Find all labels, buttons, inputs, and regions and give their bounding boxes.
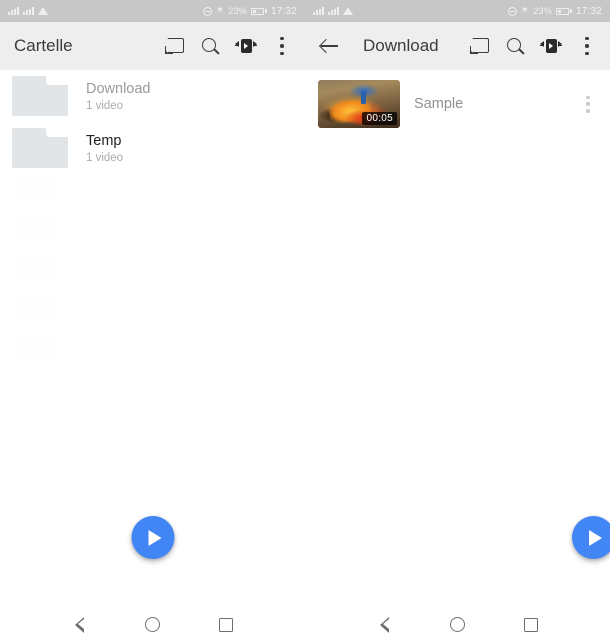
nav-home-button[interactable] — [440, 608, 474, 642]
recents-nav-icon — [219, 617, 234, 632]
app-title: Cartelle — [14, 36, 73, 55]
cast-button[interactable] — [157, 26, 191, 66]
signal-bars-icon — [8, 7, 19, 15]
video-title: Sample — [414, 96, 464, 112]
list-item[interactable]: Temp 1 video — [0, 122, 305, 174]
list-item[interactable]: 00:05 Sample — [305, 70, 610, 138]
folder-name: Temp — [86, 132, 122, 149]
bluetooth-icon: ✶ — [520, 5, 530, 16]
signal-bars-icon — [313, 7, 324, 15]
battery-percent-label: 23% — [228, 6, 247, 16]
do-not-disturb-icon — [507, 6, 517, 16]
toolbar-actions-right — [462, 26, 604, 66]
transfer-playback-button[interactable] — [229, 26, 263, 66]
placeholder-row — [0, 174, 305, 214]
status-bar-clock: 17:32 — [575, 5, 602, 17]
back-arrow-icon — [320, 36, 340, 56]
battery-percent-label: 23% — [533, 6, 552, 16]
transfer-playback-icon — [540, 39, 562, 54]
folder-name: Download — [86, 80, 151, 97]
home-nav-icon — [144, 617, 160, 632]
overflow-menu-button[interactable] — [570, 26, 604, 66]
back-nav-icon — [379, 616, 390, 633]
folder-subtitle: 1 video — [86, 99, 124, 112]
placeholder-row — [0, 294, 305, 334]
toolbar-right: Download — [305, 22, 610, 70]
screenshot-pair: ✶ 23% 17:32 Cartelle Download 1 video Te… — [0, 0, 610, 644]
nav-back-button[interactable] — [367, 608, 401, 642]
video-overflow-menu-icon[interactable] — [586, 95, 590, 113]
play-fab-button[interactable] — [131, 516, 174, 559]
do-not-disturb-icon — [202, 6, 212, 16]
status-bar-clock: 17:32 — [270, 5, 297, 17]
cast-button[interactable] — [462, 26, 496, 66]
overflow-menu-icon — [585, 37, 589, 55]
nav-recents-button[interactable] — [514, 608, 548, 642]
overflow-menu-button[interactable] — [265, 26, 299, 66]
folder-list: Download 1 video Temp 1 video — [0, 70, 305, 605]
wifi-icon — [38, 7, 48, 15]
search-button[interactable] — [498, 26, 532, 66]
transfer-playback-button[interactable] — [534, 26, 568, 66]
toolbar-left: Cartelle — [0, 22, 305, 70]
search-icon — [506, 37, 524, 55]
placeholder-row — [0, 334, 305, 374]
placeholder-row — [0, 254, 305, 294]
cast-icon — [164, 38, 184, 54]
status-bar-right: ✶ 23% 17:32 — [305, 0, 610, 22]
page-title: Download — [363, 36, 439, 55]
wifi-icon — [343, 7, 353, 15]
search-icon — [201, 37, 219, 55]
nav-recents-button[interactable] — [209, 608, 243, 642]
toolbar-actions-left — [157, 26, 299, 66]
back-button[interactable] — [313, 26, 347, 66]
status-bar-left: ✶ 23% 17:32 — [0, 0, 305, 22]
bluetooth-icon: ✶ — [215, 5, 225, 16]
transfer-playback-icon — [235, 39, 257, 54]
play-fab-button[interactable] — [572, 516, 610, 559]
status-bar-left-icons — [8, 7, 48, 15]
folder-subtitle: 1 video — [86, 151, 124, 164]
list-item[interactable]: Download 1 video — [0, 70, 305, 122]
search-button[interactable] — [193, 26, 227, 66]
status-bar-right-icons: ✶ 23% 17:32 — [507, 5, 602, 17]
overflow-menu-icon — [280, 37, 284, 55]
video-list: 00:05 Sample — [305, 70, 610, 605]
nav-back-button[interactable] — [62, 608, 96, 642]
folder-meta: Temp 1 video — [86, 133, 123, 164]
cast-icon — [469, 38, 489, 54]
battery-icon — [250, 7, 267, 15]
signal-bars-secondary-icon — [23, 7, 34, 15]
battery-icon — [555, 7, 572, 15]
folder-icon — [12, 128, 68, 168]
android-nav-bar-right — [305, 605, 610, 644]
video-duration-badge: 00:05 — [362, 112, 397, 125]
signal-bars-secondary-icon — [328, 7, 339, 15]
video-thumbnail: 00:05 — [318, 80, 400, 128]
folder-icon — [12, 76, 68, 116]
placeholder-row — [0, 214, 305, 254]
recents-nav-icon — [524, 617, 539, 632]
status-bar-left-icons — [313, 7, 353, 15]
left-phone-screen: ✶ 23% 17:32 Cartelle Download 1 video Te… — [0, 0, 305, 644]
home-nav-icon — [449, 617, 465, 632]
status-bar-right-icons: ✶ 23% 17:32 — [202, 5, 297, 17]
right-phone-screen: ✶ 23% 17:32 Download 00:05 Sample — [305, 0, 610, 644]
back-nav-icon — [74, 616, 85, 633]
android-nav-bar-left — [0, 605, 305, 644]
folder-meta: Download 1 video — [86, 81, 151, 112]
nav-home-button[interactable] — [135, 608, 169, 642]
